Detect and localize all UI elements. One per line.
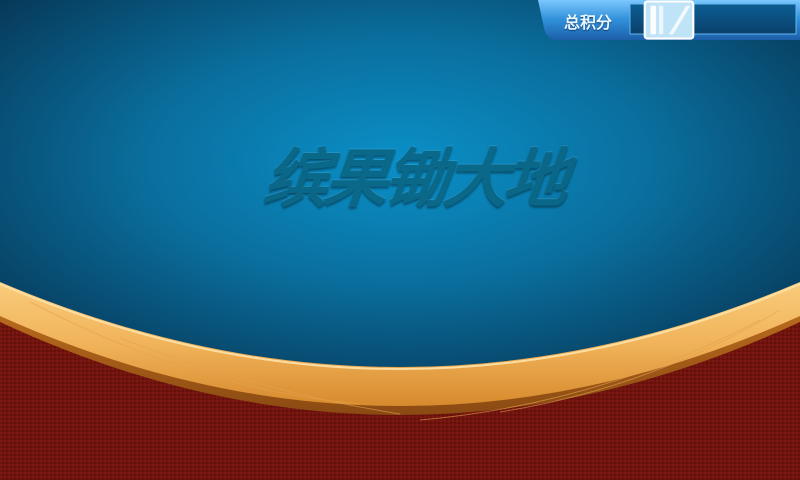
- total-score-panel: 总积分: [538, 0, 800, 40]
- glass-card-icon: [643, 0, 695, 40]
- game-table-scene: 缤果锄大地 总积分: [0, 0, 800, 480]
- table-background: [0, 0, 800, 480]
